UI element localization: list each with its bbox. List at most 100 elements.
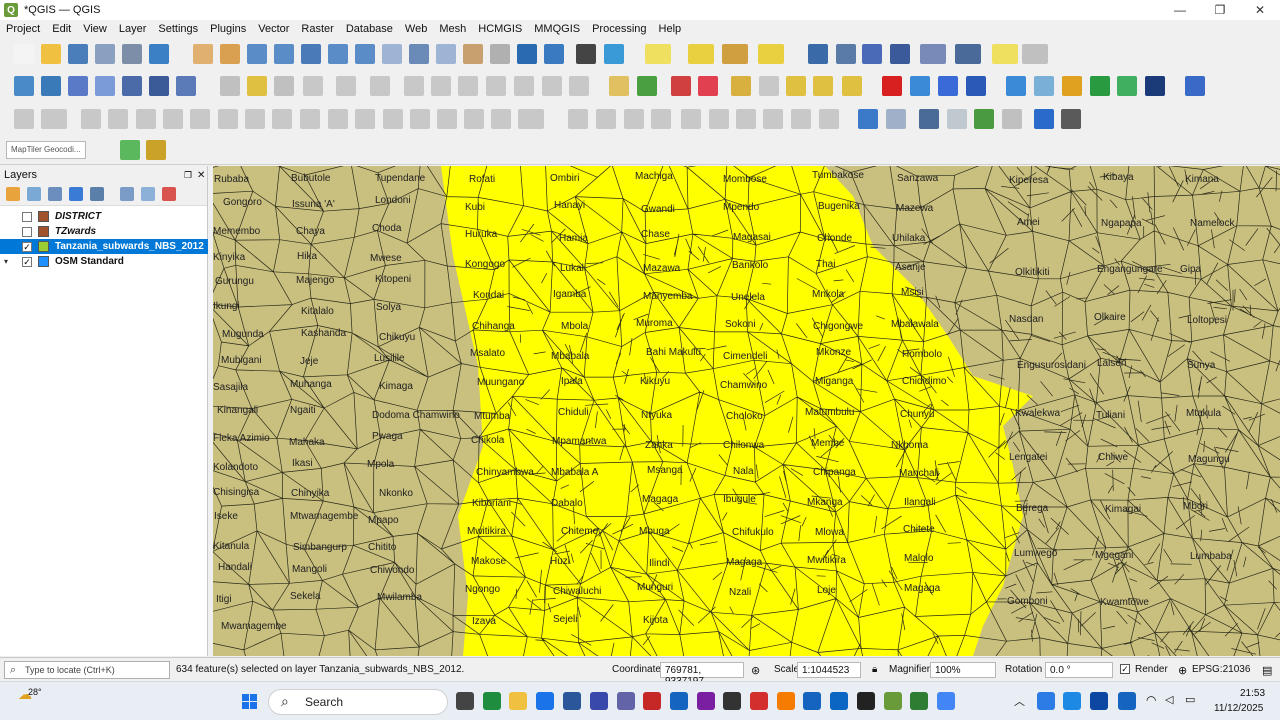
save-project-icon[interactable] [68, 44, 88, 64]
clock-time[interactable]: 21:53 [1240, 688, 1265, 699]
move-label-icon[interactable] [786, 76, 806, 96]
open-layer-styling-icon[interactable] [6, 187, 20, 201]
extents-toggle-icon[interactable]: ⊛ [751, 664, 760, 677]
add-point-cloud-icon[interactable] [176, 76, 196, 96]
office-icon[interactable] [643, 692, 661, 710]
tracing-icon[interactable] [651, 109, 671, 129]
shape-digitizing-icon[interactable] [882, 76, 902, 96]
info-icon[interactable] [1034, 109, 1054, 129]
render-checkbox[interactable]: ✓ [1120, 664, 1130, 674]
pan-map-icon[interactable] [193, 44, 213, 64]
show-labels-icon[interactable] [759, 76, 779, 96]
sync-tray-icon[interactable] [1090, 692, 1108, 710]
annotation-icon[interactable] [1022, 44, 1048, 64]
reverse-line-icon[interactable] [300, 109, 320, 129]
menu-help[interactable]: Help [653, 23, 688, 35]
file-explorer-icon[interactable] [509, 692, 527, 710]
filter-by-expression-icon[interactable] [90, 187, 104, 201]
manage-visibility-icon[interactable] [48, 187, 62, 201]
undo-icon[interactable] [542, 76, 562, 96]
app-icon-4[interactable] [857, 692, 875, 710]
current-edits-icon[interactable] [220, 76, 240, 96]
toolbox-icon[interactable] [862, 44, 882, 64]
reshape-icon[interactable] [245, 109, 265, 129]
menu-hcmgis[interactable]: HCMGIS [472, 23, 528, 35]
redo-icon[interactable] [569, 76, 589, 96]
settings-icon[interactable] [1061, 109, 1081, 129]
new-geopackage-icon[interactable] [41, 76, 61, 96]
trim-extend-icon[interactable] [491, 109, 511, 129]
change-label-icon[interactable] [842, 76, 862, 96]
annotation-polygon-icon[interactable] [736, 109, 756, 129]
toggle-editing-icon[interactable] [247, 76, 267, 96]
label-toolbar-icon[interactable] [609, 76, 629, 96]
word-icon[interactable] [590, 692, 608, 710]
pan-to-selection-icon[interactable] [220, 44, 240, 64]
rotation-field[interactable]: 0.0 ° [1045, 662, 1113, 678]
filter-legend-icon[interactable] [69, 187, 83, 201]
delete-ring-icon[interactable] [190, 109, 210, 129]
app-icon-3[interactable] [723, 692, 741, 710]
show-hidden-icons-icon[interactable]: ︿ [1014, 693, 1025, 709]
save-edits-icon[interactable] [274, 76, 294, 96]
zoom-in-icon[interactable] [247, 44, 267, 64]
merge-features-icon[interactable] [383, 109, 403, 129]
data-source-manager-icon[interactable] [14, 76, 34, 96]
layer-visibility-checkbox[interactable]: ✓ [22, 241, 32, 252]
gmail-icon[interactable] [750, 692, 768, 710]
vertex-tool-icon[interactable] [370, 76, 390, 96]
identify-icon[interactable] [808, 44, 828, 64]
crosshair-icon[interactable] [919, 109, 939, 129]
expand-all-icon[interactable] [120, 187, 134, 201]
annotation-line-icon[interactable] [709, 109, 729, 129]
windows-start-icon[interactable] [242, 694, 258, 710]
rotate-feature-icon[interactable] [41, 109, 67, 129]
menu-plugins[interactable]: Plugins [204, 23, 252, 35]
label-highlight-icon[interactable] [698, 76, 718, 96]
mic-icon[interactable] [1118, 692, 1136, 710]
search-plugin-icon[interactable] [120, 140, 140, 160]
menu-mesh[interactable]: Mesh [433, 23, 472, 35]
coordinate-capture-icon[interactable] [858, 109, 878, 129]
spatial-bookmark-icon[interactable] [947, 109, 967, 129]
app-icon[interactable] [670, 692, 688, 710]
zoom-out-icon[interactable] [274, 44, 294, 64]
georef-icon[interactable] [568, 109, 588, 129]
digitize-icon[interactable] [303, 76, 323, 96]
annotation-point-icon[interactable] [681, 109, 701, 129]
simplify-icon[interactable] [81, 109, 101, 129]
layer-district[interactable]: DISTRICT [0, 209, 208, 224]
menu-database[interactable]: Database [340, 23, 399, 35]
offset-curve-icon[interactable] [272, 109, 292, 129]
zoom-native-icon[interactable] [382, 44, 402, 64]
add-raster-layer-icon[interactable] [122, 76, 142, 96]
offset-point-icon[interactable] [464, 109, 484, 129]
add-part-icon[interactable] [136, 109, 156, 129]
refresh-icon[interactable] [604, 44, 624, 64]
layer-visibility-checkbox[interactable]: ✓ [22, 256, 32, 267]
cloud-icon[interactable] [1117, 76, 1137, 96]
close-panel-icon[interactable]: ✕ [197, 170, 205, 181]
temporal-controller-icon[interactable] [576, 44, 596, 64]
split-features-icon[interactable] [328, 109, 348, 129]
chrome-icon[interactable] [937, 692, 955, 710]
processing-icon[interactable] [1062, 76, 1082, 96]
menu-layer[interactable]: Layer [113, 23, 153, 35]
wms-icon[interactable] [910, 76, 930, 96]
style-manager-icon[interactable] [149, 44, 169, 64]
magnifier-field[interactable]: 100% [930, 662, 996, 678]
task-view-icon[interactable] [456, 692, 474, 710]
new-3d-view-icon[interactable] [490, 44, 510, 64]
add-mesh-layer-icon[interactable] [149, 76, 169, 96]
select-features-icon[interactable] [645, 44, 671, 64]
field-tool-icon[interactable] [1002, 109, 1022, 129]
cut-features-icon[interactable] [458, 76, 478, 96]
open-field-calculator-icon[interactable] [920, 44, 946, 64]
outlook-icon[interactable] [803, 692, 821, 710]
taskbar-search[interactable]: ⌕ Search [268, 689, 448, 715]
onedrive-icon[interactable] [1063, 692, 1081, 710]
layer-tanzania-subwards[interactable]: ✓ Tanzania_subwards_NBS_2012 [0, 239, 208, 254]
snap-icon[interactable] [624, 109, 644, 129]
wifi-icon[interactable]: ◠ [1146, 693, 1156, 707]
rotate-symbols-icon[interactable] [437, 109, 457, 129]
